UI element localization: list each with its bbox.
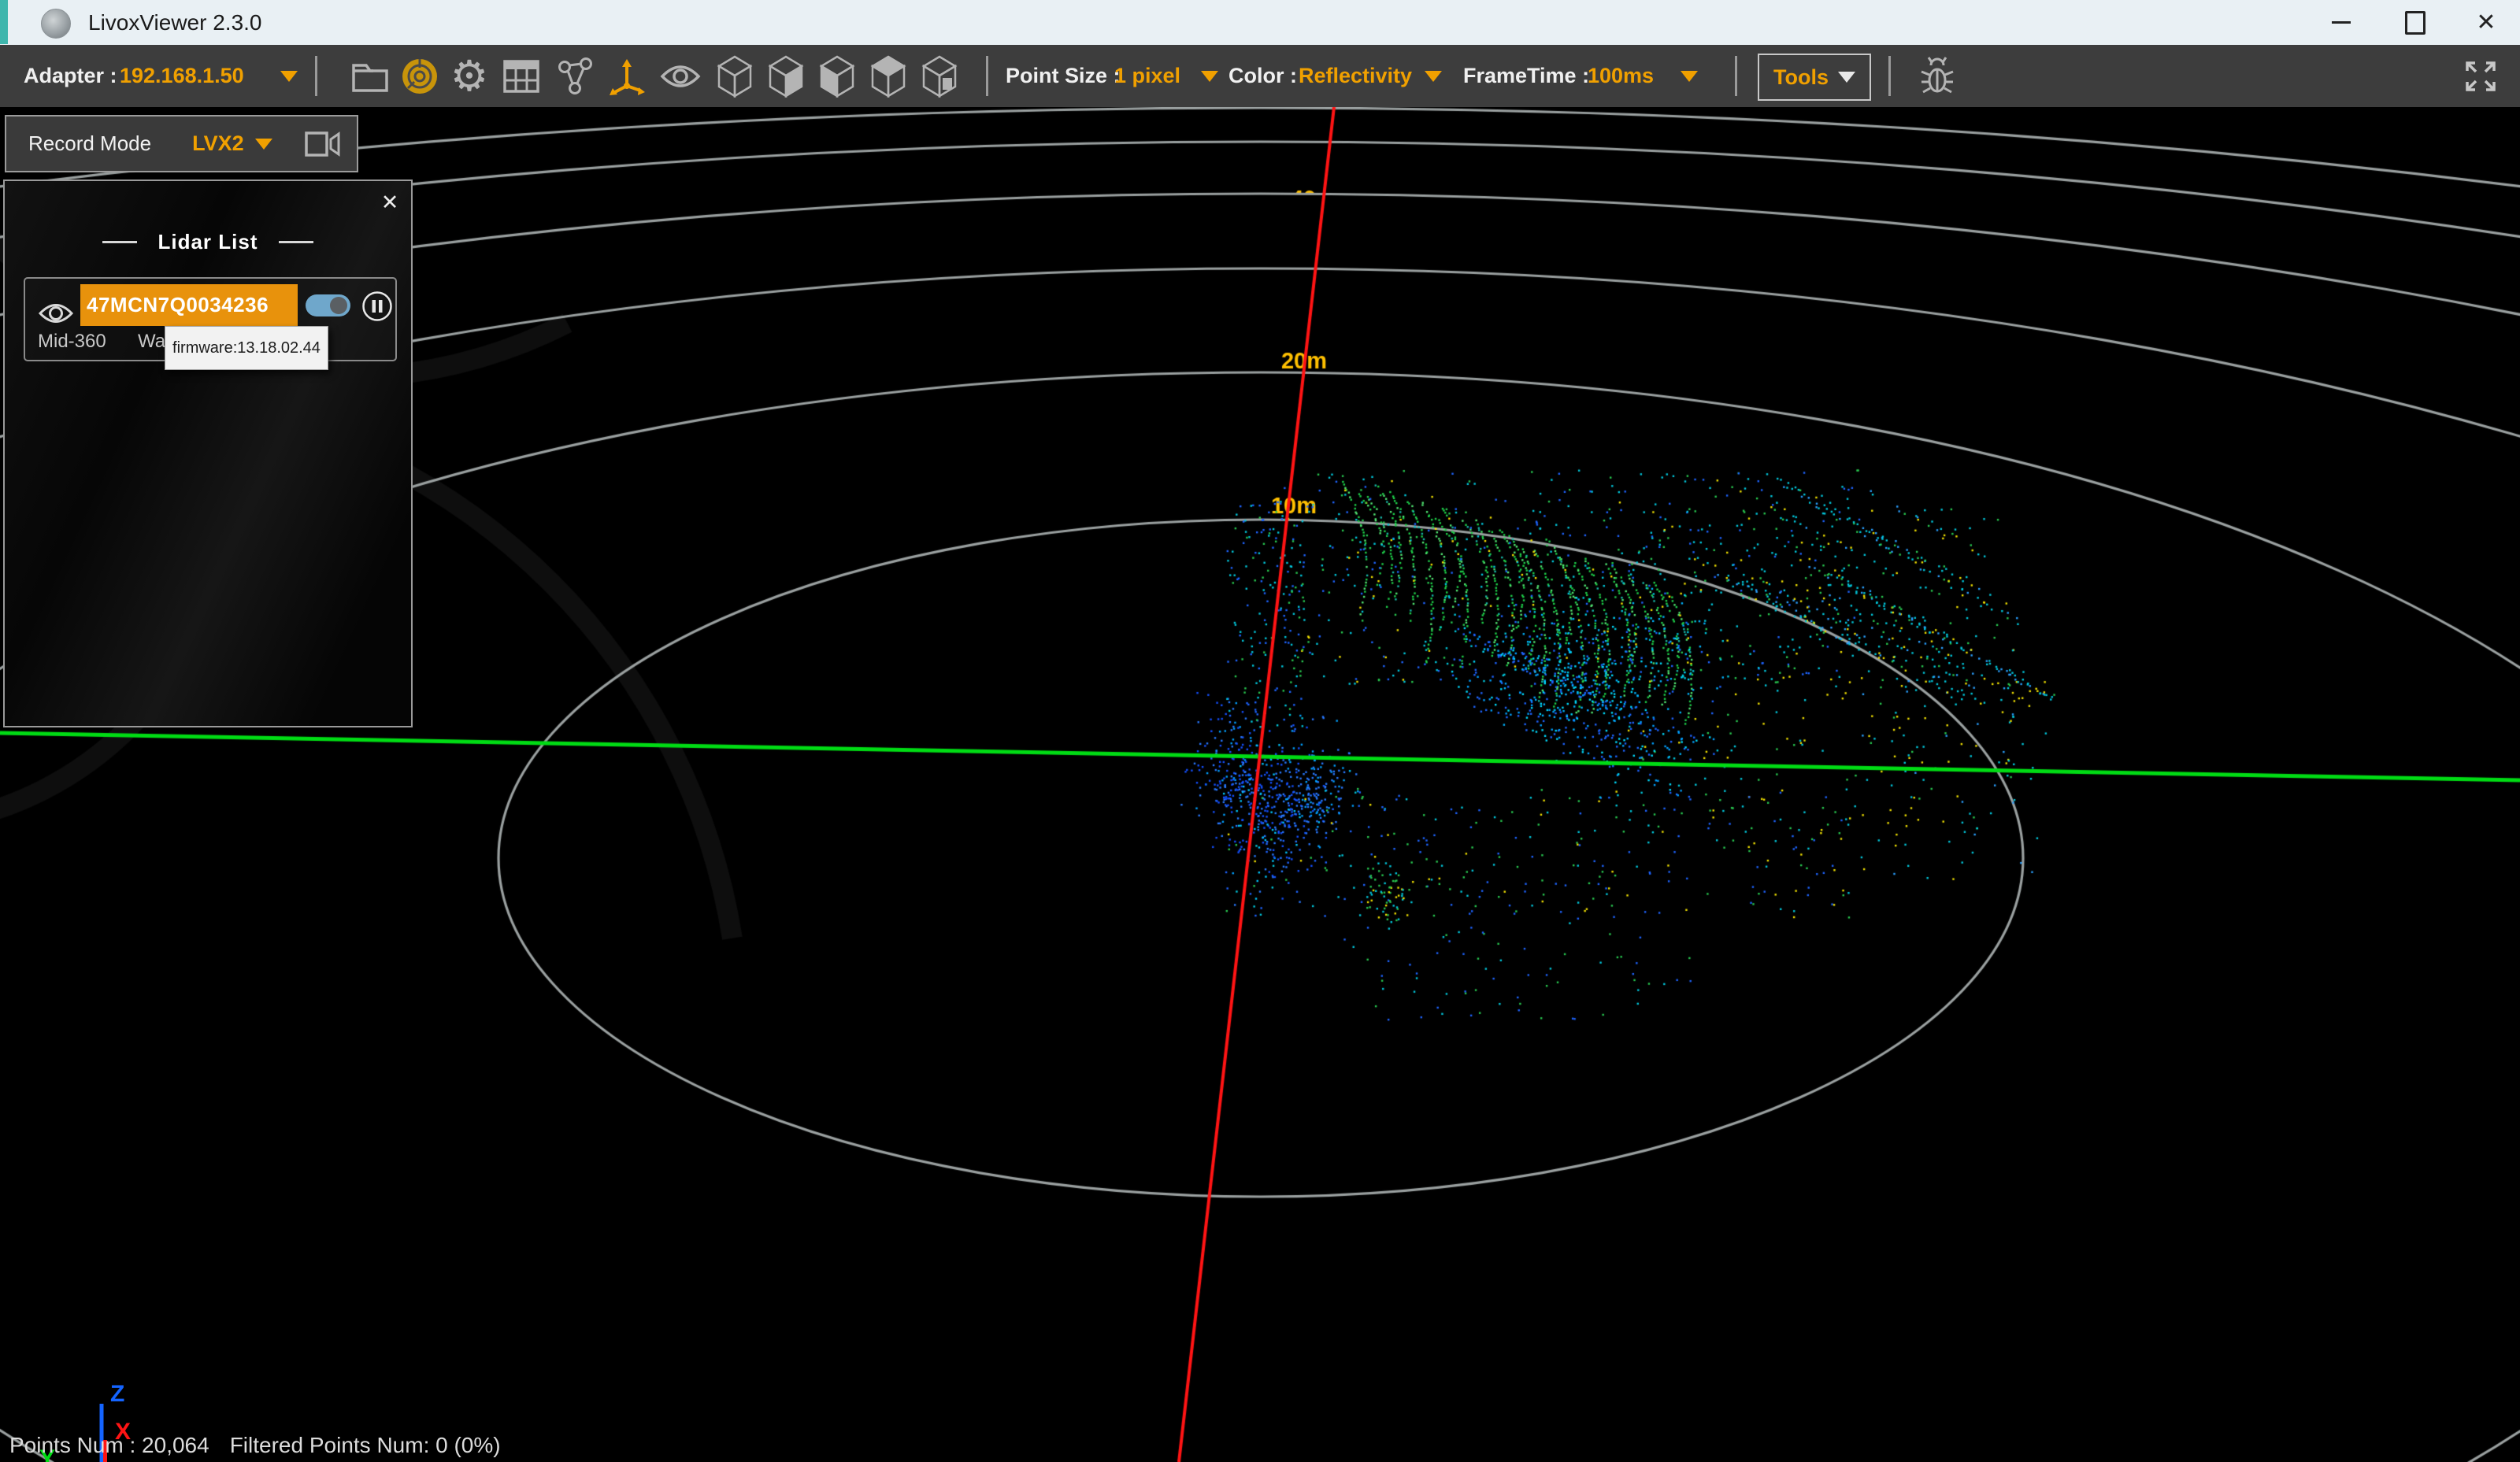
record-button[interactable] [302,128,343,160]
title-dash [102,241,138,243]
fullscreen-icon [2466,61,2496,91]
camera-icon [304,131,340,157]
view-cube-front-button[interactable] [917,54,962,98]
debug-button[interactable] [1915,54,1959,98]
lidar-list-panel: ✕ Lidar List 47MCN7Q0034236 Mid-360 Wa f… [3,180,413,727]
panel-title: Lidar List [158,230,258,254]
view-cube-free-button[interactable] [713,54,757,98]
firmware-tooltip: firmware:13.18.02.44 [165,326,328,370]
cube-icon [717,55,753,98]
eye-icon [660,65,701,87]
frametime-label: FrameTime : [1463,64,1590,87]
maximize-icon [2405,10,2426,35]
device-serial-field[interactable]: 47MCN7Q0034236 [80,284,298,326]
coordinate-axes-button[interactable] [605,54,649,98]
device-serial: 47MCN7Q0034236 [87,293,269,316]
table-grid-icon [503,60,539,93]
z-axis-label: Z [110,1381,124,1407]
title-dash [278,241,313,243]
point-size-dropdown[interactable]: 1 pixel [1114,45,1219,107]
color-dropdown[interactable]: Reflectivity [1299,45,1443,107]
eye-icon [38,304,74,323]
settings-button[interactable]: ⚙ [447,54,491,98]
pause-icon [362,291,392,321]
cube-icon [819,55,855,98]
window-titlebar[interactable]: LivoxViewer 2.3.0 ✕ [0,0,2520,45]
point-size-value: 1 pixel [1114,64,1181,87]
axes-icon [610,59,645,95]
device-visibility-toggle[interactable] [38,299,74,328]
chevron-down-icon[interactable] [254,138,272,150]
window-title: LivoxViewer 2.3.0 [88,10,262,35]
chevron-down-icon [1425,70,1443,82]
view-cube-left-button[interactable] [815,54,859,98]
cube-icon [870,55,906,98]
background-window-edge [0,0,8,44]
panel-title-row: Lidar List [5,230,411,254]
fullscreen-button[interactable] [2459,54,2503,98]
view-cube-top-button[interactable] [866,54,910,98]
color-value: Reflectivity [1299,64,1413,87]
maximize-button[interactable] [2378,0,2452,45]
toggle-knob [330,297,347,314]
filtered-points-num: Filtered Points Num: 0 (0%) [229,1433,501,1457]
chevron-down-icon [280,70,298,82]
folder-icon [352,64,388,92]
open-file-button[interactable] [348,54,392,98]
device-status-truncated: Wa [138,331,166,352]
radar-icon [402,59,437,94]
color-label: Color : [1228,64,1297,87]
device-pause-button[interactable] [361,290,394,323]
close-button[interactable]: ✕ [2452,0,2520,45]
topology-button[interactable] [553,54,597,98]
bug-icon [1921,57,1954,94]
toolbar-separator [986,56,988,96]
app-window: Z X Y Reflectivity 255 204 153 102 51 0 … [0,0,2520,1462]
main-toolbar: Adapter : 192.168.1.50 ⚙ Point Size: 1 … [0,45,2520,107]
points-num: Points Num : 20,064 [9,1433,209,1457]
firmware-tooltip-text: firmware:13.18.02.44 [172,339,321,357]
close-icon: ✕ [2476,9,2496,35]
tools-label: Tools [1773,65,1829,89]
record-format-value[interactable]: LVX2 [192,131,244,156]
adapter-dropdown[interactable]: 192.168.1.50 [120,45,298,107]
chevron-down-icon [1201,70,1219,82]
toolbar-separator [1888,56,1891,96]
panel-close-button[interactable]: ✕ [376,189,403,216]
chevron-down-icon [1681,70,1699,82]
adapter-value: 192.168.1.50 [120,64,244,87]
toolbar-separator [1735,56,1737,96]
status-bar: Points Num : 20,064 Filtered Points Num:… [9,1433,501,1458]
minimize-button[interactable] [2304,0,2378,45]
record-mode-label: Record Mode [28,131,152,155]
app-logo-icon [41,9,71,39]
tools-menu-button[interactable]: Tools [1758,54,1871,101]
gear-icon: ⚙ [450,53,489,100]
point-size-label: Point Size : [1006,64,1121,87]
minimize-icon [2332,21,2351,24]
device-enable-toggle[interactable] [306,294,350,316]
toolbar-separator [315,56,317,96]
cube-icon [768,55,804,98]
view-cube-right-button[interactable] [764,54,808,98]
chevron-down-icon [1838,72,1855,83]
device-scan-button[interactable] [398,54,442,98]
adapter-label: Adapter : [24,64,117,87]
data-table-button[interactable] [499,54,543,98]
device-model: Mid-360 [38,331,106,352]
frametime-dropdown[interactable]: 100ms [1588,45,1699,107]
cube-icon [921,55,958,98]
record-mode-bar: Record Mode LVX2 [5,115,358,172]
frametime-value: 100ms [1588,64,1655,87]
visibility-button[interactable] [658,54,702,98]
topology-icon [558,57,592,94]
